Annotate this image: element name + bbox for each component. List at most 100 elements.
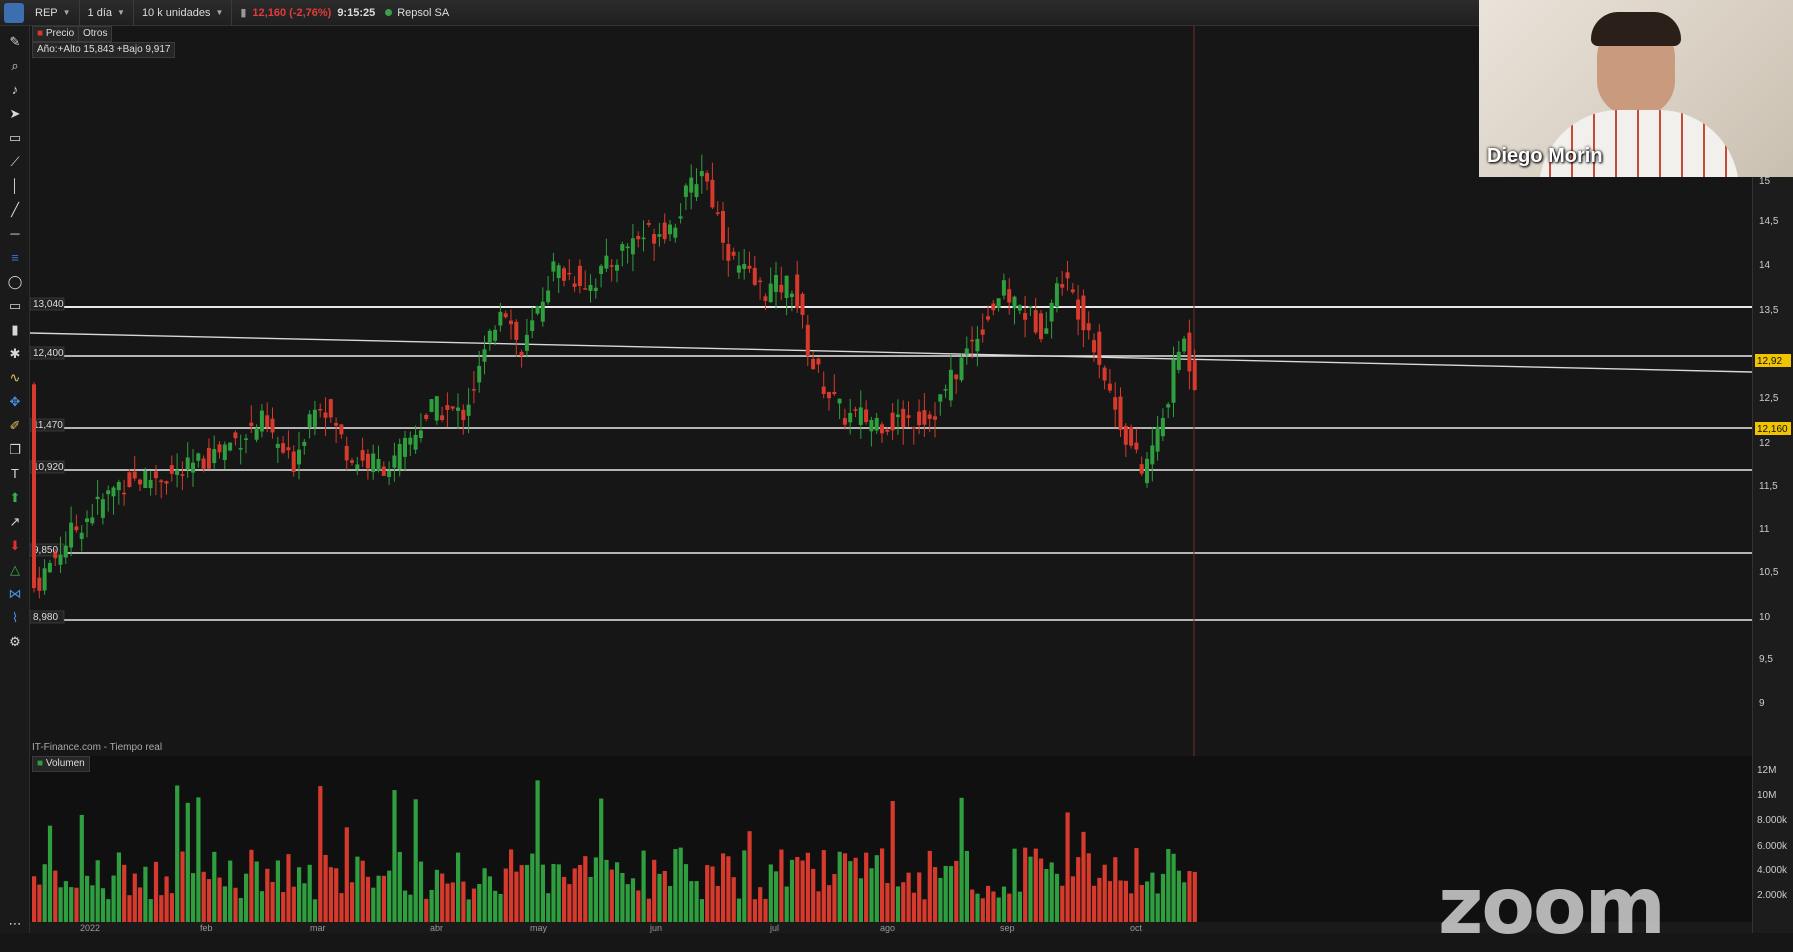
candle-body bbox=[938, 394, 943, 402]
volume-bar bbox=[1065, 812, 1070, 922]
price-tick-label: 10 bbox=[1759, 612, 1771, 623]
arrow-up-icon[interactable]: ⬆ bbox=[7, 490, 23, 506]
candle-body bbox=[1129, 427, 1134, 446]
tab-other[interactable]: Otros bbox=[78, 26, 113, 42]
volume-tick-label: 8.000k bbox=[1757, 815, 1788, 826]
candle-body bbox=[519, 351, 524, 356]
line-segment-icon[interactable]: ⟋ bbox=[7, 154, 23, 170]
candle-body bbox=[683, 185, 688, 197]
pattern-icon[interactable]: ⋈ bbox=[7, 586, 23, 602]
ticker-selector[interactable]: REP ▼ bbox=[27, 0, 80, 26]
volume-bar bbox=[927, 850, 932, 922]
candle-body bbox=[880, 424, 884, 434]
price-tick-label: 12 bbox=[1759, 438, 1771, 449]
candle-body bbox=[339, 424, 344, 435]
triangle-icon[interactable]: △ bbox=[7, 562, 23, 578]
volume-bar bbox=[572, 868, 577, 922]
units-selector[interactable]: 10 k unidades ▼ bbox=[134, 0, 233, 26]
volume-bar bbox=[1086, 853, 1091, 922]
candle-body bbox=[212, 449, 217, 464]
volume-bar bbox=[630, 878, 636, 922]
volume-bar bbox=[535, 780, 540, 922]
tab-price[interactable]: ■ Precio bbox=[32, 26, 80, 42]
zoom-watermark: zoom bbox=[1438, 862, 1666, 952]
wave-icon[interactable]: ∿ bbox=[7, 370, 23, 386]
volume-bar bbox=[307, 864, 312, 922]
volume-bar bbox=[880, 848, 885, 922]
volume-bar bbox=[47, 825, 53, 922]
candle-body bbox=[827, 391, 831, 399]
volume-bar bbox=[1150, 872, 1155, 922]
volume-bar bbox=[805, 852, 810, 922]
volume-bar bbox=[795, 857, 800, 922]
candle-body bbox=[413, 434, 418, 450]
candle-body bbox=[471, 389, 476, 391]
ruler-icon[interactable]: ▭ bbox=[7, 130, 23, 146]
volume-bar bbox=[212, 851, 217, 922]
candle-body bbox=[169, 465, 174, 474]
candle-body bbox=[816, 358, 821, 365]
copy-icon[interactable]: ❐ bbox=[7, 442, 23, 458]
paint-icon[interactable]: ✐ bbox=[7, 418, 23, 434]
candle-body bbox=[763, 296, 768, 301]
time-axis-label: may bbox=[530, 923, 548, 933]
time-axis-label: abr bbox=[430, 923, 443, 933]
arrow-diagonal-icon[interactable]: ↗ bbox=[7, 514, 23, 530]
trash-icon[interactable]: ▮ bbox=[7, 322, 23, 338]
volume-bar bbox=[625, 884, 630, 922]
vertical-line-icon[interactable]: │ bbox=[7, 178, 23, 194]
candle-body bbox=[864, 409, 869, 423]
volume-bar bbox=[996, 897, 1001, 922]
candle-body bbox=[1097, 331, 1102, 365]
time-axis-label: ago bbox=[880, 923, 895, 933]
fibonacci-icon[interactable]: ≡ bbox=[7, 250, 23, 266]
volume-bar bbox=[768, 864, 773, 922]
app-logo-icon bbox=[4, 2, 24, 23]
time-axis-label: jun bbox=[649, 923, 662, 933]
volume-bar bbox=[784, 886, 789, 922]
cursor-icon[interactable]: ➤ bbox=[7, 106, 23, 122]
volume-bar bbox=[641, 850, 646, 922]
volume-bar bbox=[827, 885, 832, 922]
volume-bar bbox=[789, 859, 795, 922]
ellipse-icon[interactable]: ◯ bbox=[7, 274, 23, 290]
zoom-icon[interactable]: ⌕ bbox=[7, 58, 23, 74]
volume-bar bbox=[111, 875, 116, 922]
candle-body bbox=[726, 244, 731, 261]
rectangle-icon[interactable]: ▭ bbox=[7, 298, 23, 314]
tools-icon[interactable]: ✱ bbox=[7, 346, 23, 362]
candle-body bbox=[180, 474, 185, 476]
interval-selector[interactable]: 1 día ▼ bbox=[80, 0, 134, 26]
horizontal-line-icon[interactable]: ─ bbox=[7, 226, 23, 242]
volume-bar bbox=[493, 890, 498, 922]
volume-bar bbox=[800, 860, 805, 922]
volume-bar bbox=[143, 866, 148, 922]
time-axis-label: feb bbox=[200, 923, 213, 933]
candle-body bbox=[567, 272, 572, 275]
move-icon[interactable]: ✥ bbox=[7, 394, 23, 410]
year-range: Año:+Alto 15,843 +Bajo 9,917 bbox=[32, 42, 176, 58]
indicator-icon[interactable]: ⌇ bbox=[7, 610, 23, 626]
candle-body bbox=[620, 244, 625, 251]
volume-bar bbox=[1081, 831, 1086, 922]
volume-bar bbox=[63, 881, 68, 922]
volume-bar bbox=[1160, 873, 1166, 922]
candle-body bbox=[360, 450, 365, 461]
candle-body bbox=[307, 414, 312, 428]
volume-bar bbox=[222, 886, 227, 922]
candle-body bbox=[47, 562, 52, 573]
volume-bar bbox=[1049, 862, 1054, 922]
trend-line-icon[interactable]: ╱ bbox=[7, 202, 23, 218]
candle-body bbox=[461, 409, 466, 421]
text-icon[interactable]: T bbox=[7, 466, 23, 482]
settings-icon[interactable]: ⚙ bbox=[7, 634, 23, 650]
arrow-down-icon[interactable]: ⬇ bbox=[7, 538, 23, 554]
volume-bar bbox=[683, 864, 689, 922]
pencil-icon[interactable]: ✎ bbox=[7, 34, 23, 50]
candle-body bbox=[1155, 426, 1160, 452]
more-icon[interactable]: ⋯ bbox=[7, 916, 23, 932]
volume-bar bbox=[673, 849, 678, 922]
volume-bar bbox=[562, 876, 567, 922]
alert-bell-icon[interactable]: ♪ bbox=[7, 82, 23, 98]
candle-body bbox=[779, 284, 784, 293]
